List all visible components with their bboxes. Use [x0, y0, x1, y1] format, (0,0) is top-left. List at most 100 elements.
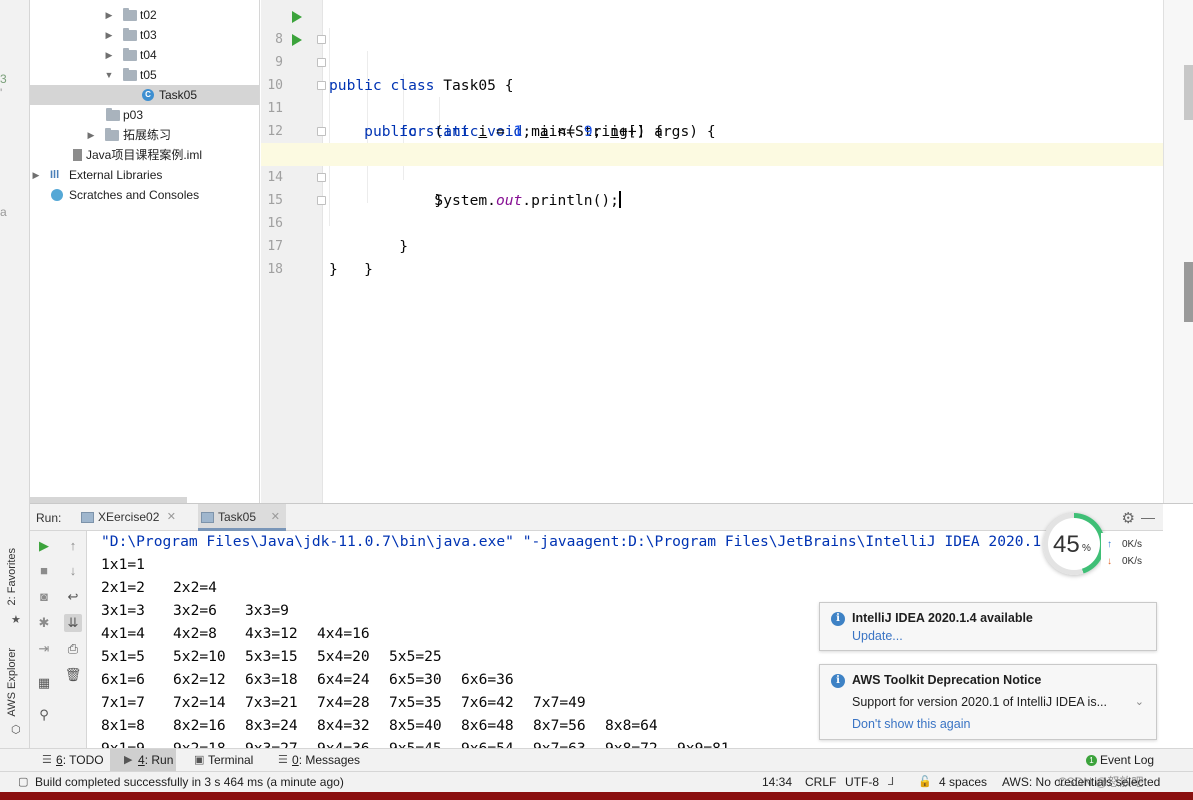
tree-item-t05[interactable]: ▼ t05: [30, 65, 259, 85]
code-line[interactable]: 11 for (int j = 1; j <= i; j++) {: [261, 74, 1163, 163]
multiplication-entry: 6x3=18: [245, 671, 298, 688]
exit-icon[interactable]: ⇥: [35, 640, 53, 658]
tree-item-task05[interactable]: C Task05: [30, 85, 259, 105]
multiplication-entry: 3x1=3: [101, 602, 145, 619]
dont-show-again-link[interactable]: Don't show this again: [852, 717, 970, 731]
code-line[interactable]: 10 for (int i = 1; i <= 9; i++) {: [261, 51, 1163, 140]
code-line[interactable]: 13 }: [261, 120, 1163, 209]
scroll-to-end-icon[interactable]: ⇊: [64, 614, 82, 632]
run-tool-button[interactable]: ▶ 4: Run: [110, 749, 176, 772]
fold-marker-icon[interactable]: [317, 173, 326, 182]
side-panel-scrollbar[interactable]: [1184, 262, 1193, 322]
lock-icon[interactable]: 🔓: [918, 772, 932, 792]
scroll-down-icon[interactable]: ↓: [64, 562, 82, 580]
chevron-down-icon[interactable]: ⌄: [1135, 695, 1144, 708]
multiplication-entry: 4x1=4: [101, 625, 145, 642]
fold-marker-icon[interactable]: [317, 35, 326, 44]
todo-tool-button[interactable]: ☰ 6: TODO: [40, 749, 104, 772]
tree-item-label: t03: [140, 28, 157, 42]
edge-fragment: 3: [0, 72, 7, 86]
multiplication-entry: 5x1=5: [101, 648, 145, 665]
debug-icon[interactable]: ✱: [35, 614, 53, 632]
tree-item-label: External Libraries: [69, 168, 163, 182]
tree-item-scratches[interactable]: Scratches and Consoles: [30, 185, 259, 205]
code-line[interactable]: 9 public static void main(String[] args)…: [261, 28, 1163, 140]
run-gutter-icon[interactable]: [292, 34, 302, 46]
notification-title: AWS Toolkit Deprecation Notice: [852, 673, 1042, 687]
expand-arrow-icon[interactable]: ▶: [104, 5, 114, 25]
aws-deprecation-notification: i AWS Toolkit Deprecation Notice Support…: [819, 664, 1157, 740]
fold-marker-icon[interactable]: [317, 127, 326, 136]
star-icon: ★: [11, 614, 21, 626]
multiplication-entry: 7x2=14: [173, 694, 226, 711]
run-tab-xeercise02[interactable]: XEercise02 ✕: [78, 504, 182, 531]
code-line[interactable]: 12 System.out.print(i + "x" + j + "=" + …: [261, 97, 1163, 163]
expand-arrow-icon[interactable]: ▶: [104, 25, 114, 45]
code-line[interactable]: 8 public class Task05 {: [261, 5, 1163, 94]
run-icon: ▶: [124, 754, 133, 766]
memory-widget[interactable]: 45 % ↑ 0K/s ↓ 0K/s: [1041, 513, 1163, 577]
tree-item-t04[interactable]: ▶ t04: [30, 45, 259, 65]
file-encoding[interactable]: UTF-8: [845, 772, 879, 792]
tree-item-p03[interactable]: p03: [30, 105, 259, 125]
stop-icon[interactable]: ■: [35, 562, 53, 580]
edge-fragment: ': [0, 86, 3, 100]
edge-fragment: a: [0, 205, 7, 219]
camera-icon[interactable]: ◙: [35, 588, 53, 606]
close-icon[interactable]: ✕: [167, 504, 176, 531]
multiplication-entry: 4x4=16: [317, 625, 370, 642]
folder-icon: [123, 28, 137, 41]
close-icon[interactable]: ✕: [271, 504, 280, 531]
run-header: Run: XEercise02 ✕ Task05 ✕ ⚙ —: [30, 504, 1163, 531]
tree-item-t03[interactable]: ▶ t03: [30, 25, 259, 45]
run-gutter-icon[interactable]: [292, 11, 302, 23]
code-line[interactable]: 15 }: [261, 166, 1163, 255]
expand-arrow-icon[interactable]: ▶: [31, 165, 41, 185]
tree-item-t02[interactable]: ▶ t02: [30, 5, 259, 25]
vertical-scrollbar[interactable]: [1184, 65, 1193, 120]
folder-icon: [106, 108, 120, 121]
layout-icon[interactable]: ▦: [35, 674, 53, 692]
expand-arrow-icon[interactable]: ▶: [86, 125, 96, 145]
build-status-icon[interactable]: ▢: [18, 772, 28, 792]
code-line[interactable]: 16 }: [261, 189, 1163, 278]
messages-icon: ☰: [278, 754, 288, 766]
tree-item-extension-practice[interactable]: ▶ 拓展练习: [30, 125, 259, 145]
line-separator[interactable]: CRLF: [805, 772, 836, 792]
fold-marker-icon[interactable]: [317, 81, 326, 90]
multiplication-entry: 8x8=64: [605, 717, 658, 734]
print-icon[interactable]: ⎙: [64, 640, 82, 658]
messages-tool-button[interactable]: ☰ 0: Messages: [276, 749, 366, 772]
fold-marker-icon[interactable]: [317, 196, 326, 205]
caret-position[interactable]: 14:34: [762, 772, 792, 792]
rerun-icon[interactable]: ▶: [35, 537, 53, 555]
current-code-line[interactable]: 14 System.out.println();: [261, 143, 1163, 209]
update-link[interactable]: Update...: [852, 629, 903, 643]
code-line[interactable]: 18: [261, 235, 1163, 277]
tree-item-external-libraries[interactable]: ▶ Ill External Libraries: [30, 165, 259, 185]
tree-item-iml-file[interactable]: Java项目课程案例.iml: [30, 145, 259, 165]
pin-icon[interactable]: ⚲: [35, 706, 53, 724]
multiplication-entry: 8x2=16: [173, 717, 226, 734]
multiplication-entry: 8x6=48: [461, 717, 514, 734]
multiplication-entry: 2x2=4: [173, 579, 217, 596]
trash-icon[interactable]: 🗑: [64, 666, 82, 684]
favorites-tab[interactable]: 2: Favorites: [6, 548, 18, 605]
run-tab-task05[interactable]: Task05 ✕: [198, 504, 286, 531]
fold-marker-icon[interactable]: [317, 58, 326, 67]
expand-arrow-icon[interactable]: ▶: [104, 45, 114, 65]
indent-setting[interactable]: 4 spaces: [939, 772, 987, 792]
code-line[interactable]: 17 }: [261, 212, 1163, 278]
tree-item-label: t02: [140, 8, 157, 22]
info-icon: i: [831, 612, 845, 626]
event-log-button[interactable]: 1 Event Log: [1084, 749, 1164, 772]
build-status-message[interactable]: Build completed successfully in 3 s 464 …: [35, 772, 344, 792]
collapse-arrow-icon[interactable]: ▼: [104, 65, 114, 85]
folder-icon: [123, 68, 137, 81]
code-editor[interactable]: 8 public class Task05 { 9 public static …: [261, 0, 1163, 503]
scroll-up-icon[interactable]: ↑: [64, 537, 82, 555]
terminal-tool-button[interactable]: ▣ Terminal: [192, 749, 266, 772]
aws-explorer-tab[interactable]: AWS Explorer: [6, 648, 18, 717]
soft-wrap-icon[interactable]: ↩: [64, 588, 82, 606]
scratches-icon: [51, 189, 63, 201]
